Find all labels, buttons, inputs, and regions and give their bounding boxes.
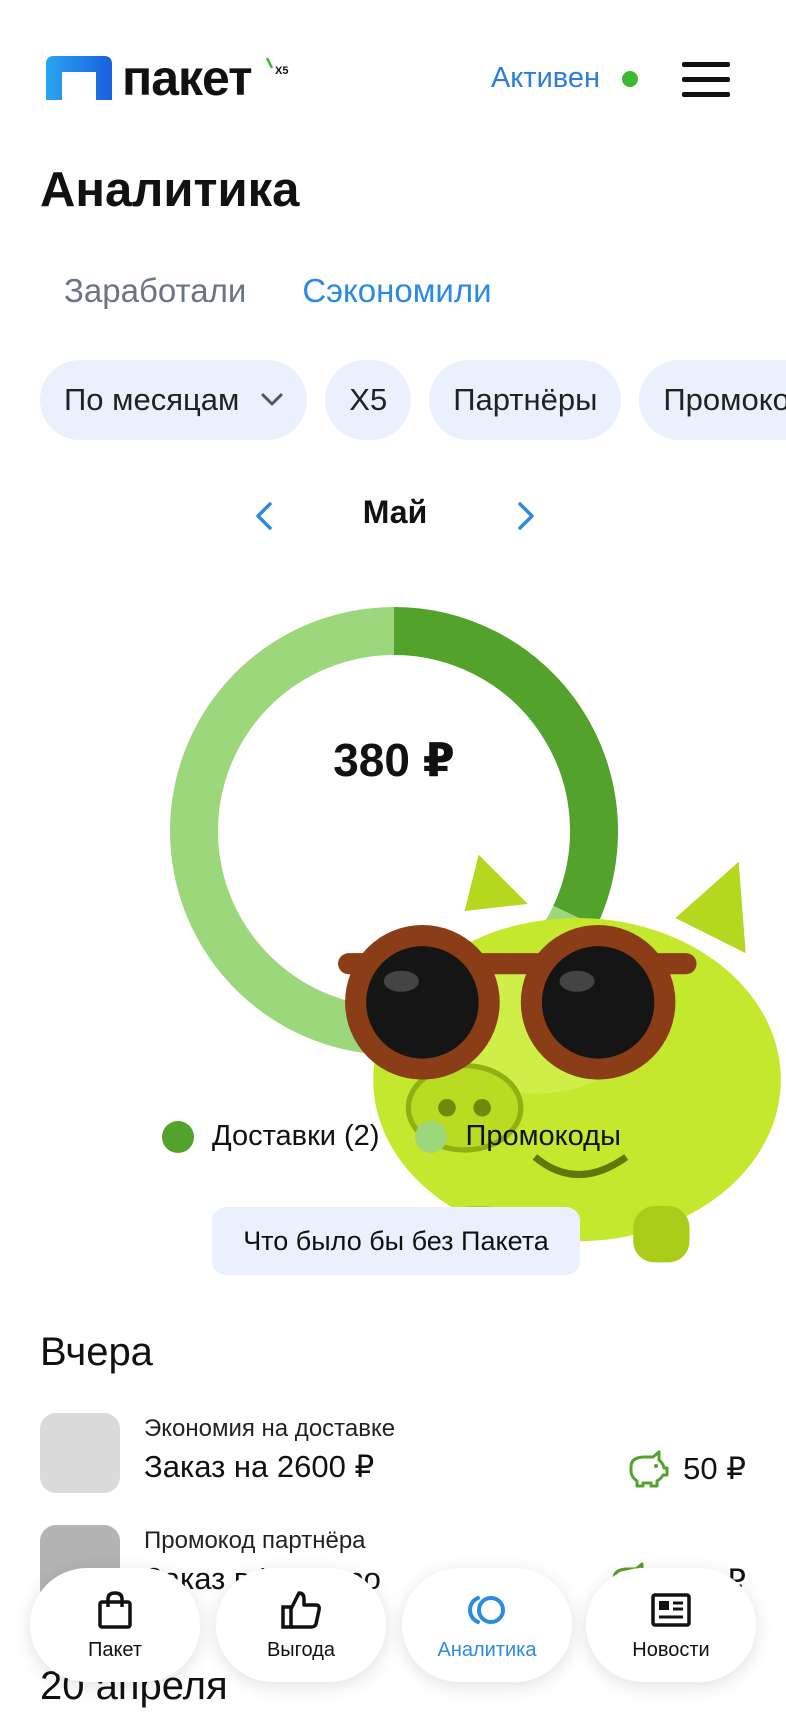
filter-chip-x5[interactable]: X5 [325, 360, 412, 440]
earnings-tabs: Заработали Сэкономили [64, 272, 492, 310]
hamburger-menu-icon[interactable] [682, 62, 730, 98]
total-savings: 380 ₽ [333, 734, 455, 786]
app-header: пакет X5 Активен [0, 0, 786, 160]
status-indicator-dot [622, 70, 638, 87]
nav-label: Выгода [266, 1638, 336, 1661]
chart-legend: Доставки (2) Промокоды [162, 1120, 621, 1153]
x5-badge-icon: X5 [266, 57, 288, 76]
piggy-bank-icon [629, 1450, 669, 1488]
filter-chips: По месяцам X5 Партнёры Промокоды [40, 360, 786, 442]
legend-label: Промокоды [465, 1120, 621, 1152]
brand-name: пакет [122, 50, 253, 106]
brand-mark-icon [46, 56, 112, 100]
shopping-bag-icon [98, 1590, 132, 1629]
filter-chip-label: По месяцам [64, 382, 240, 417]
item-subtitle: Промокод партнёра [144, 1527, 366, 1554]
chevron-down-icon [261, 393, 283, 406]
nav-item-paket[interactable]: Пакет [30, 1568, 200, 1682]
analytics-rings-icon [468, 1595, 505, 1624]
legend-item-deliveries: Доставки (2) [162, 1120, 379, 1153]
thumbs-up-icon [281, 1590, 321, 1629]
item-subtitle: Экономия на доставке [144, 1415, 396, 1442]
legend-swatch [162, 1120, 194, 1153]
filter-chip-partners[interactable]: Партнёры [429, 360, 622, 440]
brand-logo[interactable]: пакет X5 [46, 50, 288, 106]
account-status: Активен [491, 62, 638, 95]
legend-item-promocodes: Промокоды [415, 1120, 621, 1153]
chevron-right-icon[interactable] [512, 500, 540, 532]
amount-value: 50 ₽ [683, 1451, 746, 1486]
tab-earned[interactable]: Заработали [64, 272, 246, 310]
bottom-navigation: Пакет Выгода Аналитика Новости [30, 1568, 756, 1682]
nav-label: Пакет [87, 1638, 143, 1661]
item-amount: 50 ₽ [625, 1449, 746, 1489]
nav-label: Аналитика [437, 1638, 537, 1661]
month-navigator: Май [250, 490, 540, 540]
newspaper-icon [651, 1592, 691, 1627]
page-title: Аналитика [40, 163, 300, 217]
svg-text:X5: X5 [275, 65, 288, 76]
list-item[interactable]: Экономия на доставке Заказ на 2600 ₽ 50 … [40, 1413, 746, 1493]
filter-chip-by-month[interactable]: По месяцам [40, 360, 308, 440]
savings-donut-chart: 380 ₽ [148, 585, 781, 1263]
filter-chip-promocodes[interactable]: Промокоды [639, 360, 786, 440]
legend-label: Доставки (2) [212, 1120, 380, 1152]
nav-label: Новости [632, 1638, 710, 1661]
legend-swatch [415, 1120, 448, 1153]
item-title: Заказ на 2600 ₽ [144, 1449, 375, 1484]
status-label: Активен [490, 62, 600, 94]
without-paket-button[interactable]: Что было бы без Пакета [212, 1207, 580, 1275]
current-month: Май [362, 494, 428, 530]
section-title-yesterday: Вчера [40, 1330, 153, 1374]
nav-item-analytics[interactable]: Аналитика [402, 1568, 572, 1682]
nav-item-news[interactable]: Новости [586, 1568, 756, 1682]
item-thumbnail [40, 1413, 120, 1493]
tab-saved[interactable]: Сэкономили [302, 272, 491, 310]
nav-item-benefits[interactable]: Выгода [216, 1568, 386, 1682]
